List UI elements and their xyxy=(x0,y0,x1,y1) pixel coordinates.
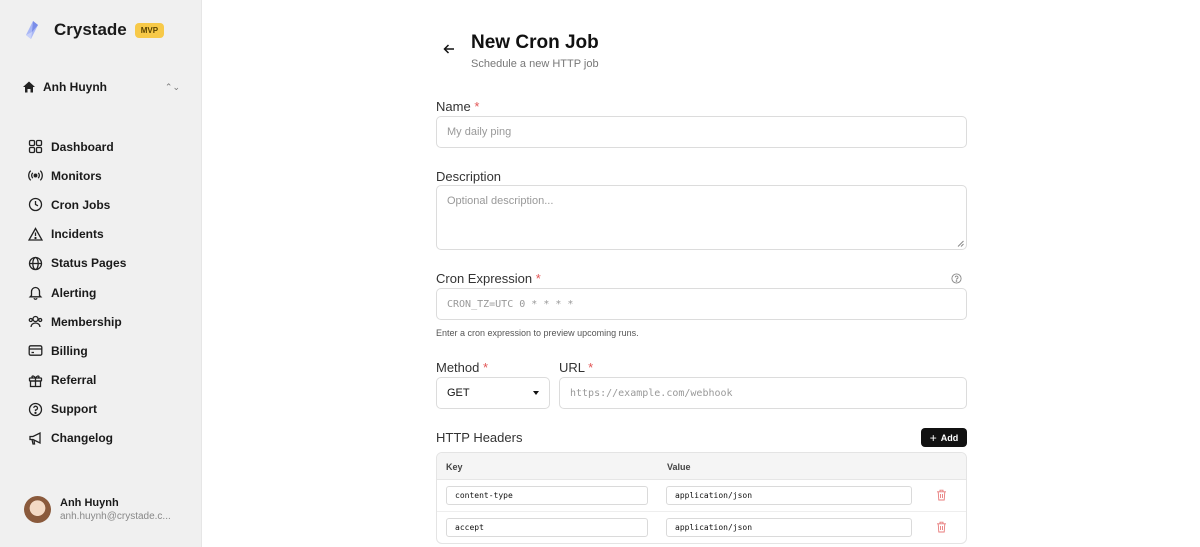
url-placeholder: https://example.com/webhook xyxy=(570,387,733,399)
required-mark: * xyxy=(474,99,480,114)
cron-placeholder: CRON_TZ=UTC 0 * * * * xyxy=(447,298,574,310)
name-placeholder: My daily ping xyxy=(447,126,512,138)
sidebar-item-label: Membership xyxy=(51,314,122,329)
sidebar-item-label: Billing xyxy=(51,343,88,358)
mvp-badge: MVP xyxy=(134,22,165,38)
sidebar-item-label: Alerting xyxy=(51,285,97,300)
workspace-name: Anh Huynh xyxy=(43,80,107,94)
trash-icon[interactable] xyxy=(936,489,947,501)
sidebar-item-dashboard[interactable]: Dashboard xyxy=(22,132,182,161)
arrow-left-icon[interactable] xyxy=(442,42,456,56)
method-label-text: Method xyxy=(436,360,480,375)
sidebar-item-cron-jobs[interactable]: Cron Jobs xyxy=(22,190,182,219)
plus-icon: + xyxy=(929,430,937,445)
app-name: Crystade xyxy=(54,20,127,39)
required-mark: * xyxy=(483,360,489,375)
card-icon xyxy=(28,345,43,357)
page-subtitle: Schedule a new HTTP job xyxy=(471,58,599,70)
add-button-label: Add xyxy=(940,432,959,443)
cron-label-text: Cron Expression xyxy=(436,271,533,286)
header-value-value: application/json xyxy=(675,523,753,532)
bell-icon xyxy=(28,286,43,300)
home-icon xyxy=(23,81,35,93)
header-key-input[interactable]: content-type xyxy=(446,486,648,505)
method-value: GET xyxy=(447,387,470,399)
sidebar-item-monitors[interactable]: Monitors xyxy=(22,161,182,190)
sidebar-item-label: Changelog xyxy=(51,431,113,446)
sidebar-item-label: Support xyxy=(51,402,97,417)
sidebar-item-status-pages[interactable]: Status Pages xyxy=(22,249,182,278)
add-header-button[interactable]: + Add xyxy=(921,428,967,447)
trash-icon[interactable] xyxy=(936,521,947,533)
broadcast-icon xyxy=(28,170,43,182)
sidebar-item-label: Status Pages xyxy=(51,256,127,271)
cron-expression-input[interactable]: CRON_TZ=UTC 0 * * * * xyxy=(436,288,967,320)
sidebar-item-membership[interactable]: Membership xyxy=(22,307,182,336)
table-row: accept application/json xyxy=(437,512,966,543)
sidebar-item-alerting[interactable]: Alerting xyxy=(22,278,182,307)
key-column-header: Key xyxy=(446,462,463,472)
sidebar-item-referral[interactable]: Referral xyxy=(22,366,182,395)
sidebar-item-changelog[interactable]: Changelog xyxy=(22,424,182,453)
sidebar-item-billing[interactable]: Billing xyxy=(22,336,182,365)
table-header-row: Key Value xyxy=(437,453,966,480)
sidebar-item-label: Referral xyxy=(51,373,97,388)
description-placeholder: Optional description... xyxy=(447,195,554,207)
table-row: content-type application/json xyxy=(437,480,966,512)
cron-label: Cron Expression * xyxy=(436,271,541,286)
user-email: anh.huynh@crystade.c... xyxy=(60,511,171,522)
method-label: Method * xyxy=(436,360,488,375)
gift-icon xyxy=(28,375,43,387)
url-input[interactable]: https://example.com/webhook xyxy=(559,377,967,409)
brand[interactable]: Crystade MVP xyxy=(24,20,165,40)
required-mark: * xyxy=(535,271,541,286)
description-label: Description xyxy=(436,169,502,184)
header-value-value: application/json xyxy=(675,491,753,500)
megaphone-icon xyxy=(29,431,41,445)
avatar xyxy=(24,496,51,523)
header-key-value: content-type xyxy=(455,491,513,500)
crystal-logo-icon xyxy=(26,21,38,39)
http-headers-title: HTTP Headers xyxy=(436,430,523,445)
user-profile[interactable]: Anh Huynh anh.huynh@crystade.c... xyxy=(24,496,171,523)
grid-icon xyxy=(28,139,43,154)
users-icon xyxy=(28,316,43,328)
sidebar-item-label: Dashboard xyxy=(51,139,114,154)
header-key-value: accept xyxy=(455,523,484,532)
workspace-switcher[interactable]: Anh Huynh ⌃⌄ xyxy=(22,76,180,98)
value-column-header: Value xyxy=(667,462,691,472)
description-textarea[interactable]: Optional description... xyxy=(436,185,967,250)
globe-icon xyxy=(28,256,43,270)
url-label: URL * xyxy=(559,360,593,375)
help-circle-icon xyxy=(28,402,43,416)
sidebar-item-label: Monitors xyxy=(51,168,102,183)
sidebar-item-label: Cron Jobs xyxy=(51,197,111,212)
header-key-input[interactable]: accept xyxy=(446,518,648,537)
sidebar-nav: Dashboard Monitors Cron Jobs Incidents S… xyxy=(22,132,182,453)
chevron-updown-icon: ⌃⌄ xyxy=(164,81,180,92)
sidebar-item-label: Incidents xyxy=(51,227,104,242)
name-input[interactable]: My daily ping xyxy=(436,116,967,148)
sidebar: Crystade MVP Anh Huynh ⌃⌄ Dashboard Moni… xyxy=(0,0,202,547)
help-circle-icon[interactable] xyxy=(951,273,962,284)
sidebar-item-incidents[interactable]: Incidents xyxy=(22,220,182,249)
headers-table: Key Value content-type application/json … xyxy=(436,452,967,544)
required-mark: * xyxy=(588,360,594,375)
caret-down-icon xyxy=(533,391,539,395)
sidebar-item-support[interactable]: Support xyxy=(22,395,182,424)
user-name: Anh Huynh xyxy=(60,497,119,509)
page-title: New Cron Job xyxy=(471,32,599,53)
url-label-text: URL xyxy=(559,360,585,375)
name-label-text: Name xyxy=(436,99,471,114)
resize-handle-icon[interactable] xyxy=(957,240,964,247)
cron-hint: Enter a cron expression to preview upcom… xyxy=(436,328,639,338)
name-label: Name * xyxy=(436,99,479,114)
clock-icon xyxy=(28,198,43,212)
header-value-input[interactable]: application/json xyxy=(666,518,912,537)
warning-icon xyxy=(28,226,43,241)
header-value-input[interactable]: application/json xyxy=(666,486,912,505)
method-select[interactable]: GET xyxy=(436,377,550,409)
